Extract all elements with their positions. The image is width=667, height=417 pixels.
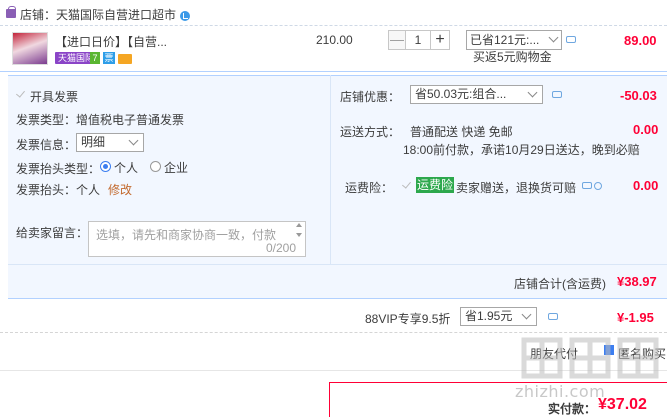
- store-bag-icon: [6, 6, 16, 18]
- seller-message-counter: 0/200: [266, 241, 297, 255]
- store-subtotal-amount: ¥38.97: [617, 274, 657, 289]
- store-subtotal-label: 店铺合计(含运费): [514, 277, 606, 291]
- invoice-edit-link[interactable]: 修改: [108, 181, 132, 198]
- chevron-down-icon: [548, 32, 559, 43]
- vip-discount-value: 省1.95元: [465, 309, 513, 323]
- item-total-price: 89.00: [624, 33, 657, 48]
- item-title-link[interactable]: 【进口日价】【自营...: [55, 33, 167, 50]
- invoice-info-label: 发票信息：: [16, 138, 77, 152]
- chevron-down-icon: [527, 87, 538, 98]
- invoice-header-type-label: 发票抬头类型：: [16, 162, 101, 176]
- insurance-checkbox[interactable]: [402, 180, 412, 190]
- invoice-info-value: 明细: [81, 135, 106, 149]
- store-promo-amount: -50.03: [620, 88, 657, 103]
- item-discount-select[interactable]: 已省121元:...: [466, 30, 562, 50]
- chat-bubble-icon[interactable]: [566, 36, 576, 43]
- store-promo-value: 省50.03元:组合...: [415, 87, 507, 101]
- rebate-text: 买返5元购物金: [473, 50, 552, 64]
- shipping-method: 普通配送 快递 免邮: [410, 125, 513, 139]
- shipping-delivery-note: 18:00前付款，承诺10月29日送达，晚到必赔: [403, 143, 640, 157]
- quantity-input[interactable]: 1: [405, 30, 431, 50]
- insurance-label: 运费险：: [345, 181, 394, 195]
- store-name[interactable]: 店铺：天猫国际自营进口超市: [20, 6, 176, 23]
- insurance-badge: 运费险: [416, 177, 455, 193]
- invoice-open-label[interactable]: 开具发票: [30, 88, 78, 105]
- quantity-decrease-button[interactable]: —: [388, 30, 406, 50]
- store-promo-select[interactable]: 省50.03元:组合...: [410, 85, 543, 104]
- insurance-amount: 0.00: [633, 178, 659, 193]
- vip-discount-select[interactable]: 省1.95元: [460, 307, 537, 326]
- seven-day-return-badge: 7: [90, 52, 100, 64]
- credit-card-icon: [118, 54, 132, 64]
- seller-message-label: 给卖家留言：: [16, 226, 89, 240]
- quantity-increase-button[interactable]: +: [430, 30, 450, 50]
- invoice-badge: 票: [103, 52, 115, 64]
- store-verified-icon[interactable]: [180, 11, 190, 21]
- shipping-label: 运送方式：: [340, 125, 401, 139]
- chevron-down-icon: [521, 309, 532, 320]
- item-thumbnail[interactable]: [12, 32, 48, 65]
- invoice-header-text: 发票抬头：个人: [16, 183, 101, 197]
- scroll-up-arrow-icon[interactable]: [296, 223, 302, 227]
- radio-personal[interactable]: [100, 161, 111, 172]
- chat-bubble-icon[interactable]: [552, 91, 562, 98]
- watermark-text: zhizhi.com: [515, 382, 606, 401]
- seller-message-placeholder: 选填，请先和商家协商一致，付款: [96, 228, 277, 242]
- radio-company-label[interactable]: 企业: [164, 159, 188, 176]
- invoice-type-text: 发票类型：增值税电子普通发票: [16, 113, 185, 127]
- chat-bubble-icon[interactable]: [582, 182, 592, 189]
- store-promo-label: 店铺优惠：: [340, 90, 401, 104]
- invoice-checkbox[interactable]: [16, 89, 26, 99]
- vip-discount-amount: ¥-1.95: [617, 310, 654, 325]
- chat-bubble-icon[interactable]: [548, 313, 558, 320]
- watermark-logo: [521, 337, 659, 379]
- radio-personal-label[interactable]: 个人: [114, 159, 138, 176]
- info-icon[interactable]: [594, 182, 602, 190]
- insurance-description: 卖家赠送，退换货可赔: [456, 181, 577, 195]
- chevron-down-icon: [128, 135, 139, 146]
- section-divider: [8, 264, 667, 265]
- scroll-down-arrow-icon[interactable]: [296, 233, 302, 237]
- radio-company[interactable]: [150, 161, 161, 172]
- item-discount-value: 已省121元:...: [470, 33, 540, 47]
- shipping-amount: 0.00: [633, 122, 659, 137]
- invoice-info-select[interactable]: 明细: [76, 133, 144, 152]
- unit-price: 210.00: [316, 33, 353, 47]
- vip-discount-label: 88VIP专享9.5折: [365, 312, 451, 326]
- column-divider: [330, 75, 331, 265]
